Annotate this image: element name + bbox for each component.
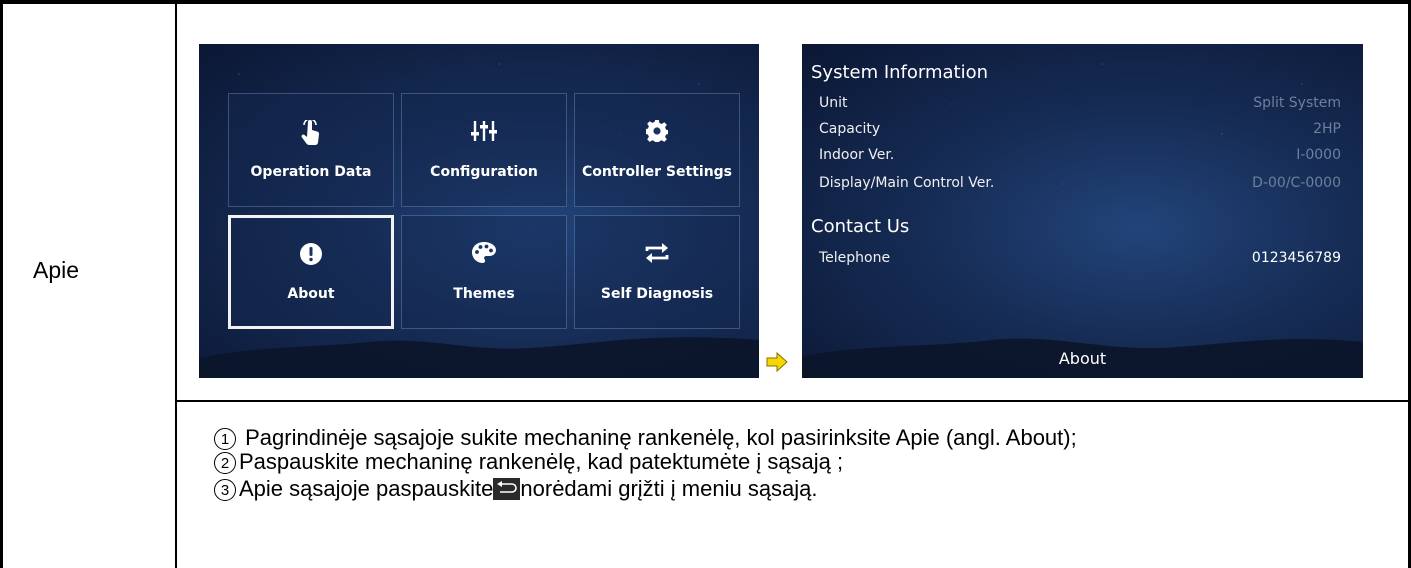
swap-arrows-icon bbox=[575, 242, 739, 269]
contact-title: Contact Us bbox=[811, 216, 910, 237]
info-value-telephone: 0123456789 bbox=[1251, 250, 1341, 266]
info-value-capacity: 2HP bbox=[1313, 121, 1341, 137]
about-screen: System Information Unit Split System Cap… bbox=[802, 44, 1363, 378]
palette-icon bbox=[402, 242, 566, 269]
instruction-step-3: 3 Apie sąsajoje paspauskite norėdami grįžt… bbox=[214, 476, 818, 502]
tile-label: Controller Settings bbox=[581, 164, 733, 180]
info-label-display-ver: Display/Main Control Ver. bbox=[819, 175, 995, 191]
tile-operation-data[interactable]: Operation Data bbox=[228, 93, 394, 207]
tile-label: Themes bbox=[453, 286, 515, 302]
step-number: 3 bbox=[214, 479, 236, 501]
info-value-indoor-ver: I-0000 bbox=[1296, 147, 1341, 163]
instruction-step-2: 2 Paspauskite mechaninę rankenėlę, kad pa… bbox=[214, 449, 843, 475]
tile-label: About bbox=[287, 286, 335, 302]
mountain-silhouette bbox=[199, 337, 759, 378]
column-divider bbox=[175, 4, 177, 568]
info-label-unit: Unit bbox=[819, 95, 848, 111]
row-divider bbox=[175, 400, 1408, 402]
menu-screen: Operation Data Configuration Controller … bbox=[199, 44, 759, 378]
info-value-unit: Split System bbox=[1253, 95, 1341, 111]
hand-pointer-icon bbox=[229, 118, 393, 151]
back-icon bbox=[493, 478, 521, 500]
system-info-title: System Information bbox=[811, 62, 989, 83]
step-text: Paspauskite mechaninę rankenėlę, kad pat… bbox=[239, 449, 844, 474]
tile-controller-settings[interactable]: Controller Settings bbox=[574, 93, 740, 207]
sliders-icon bbox=[402, 120, 566, 147]
step-text: Apie sąsajoje paspauskite bbox=[239, 476, 494, 501]
screen-footer-title: About bbox=[1058, 349, 1107, 368]
gear-icon bbox=[575, 120, 739, 147]
row-label: Apie bbox=[33, 257, 80, 283]
next-arrow-icon bbox=[766, 352, 788, 372]
tile-label: Configuration bbox=[430, 164, 538, 180]
info-label-telephone: Telephone bbox=[819, 250, 891, 266]
step-number: 1 bbox=[214, 428, 236, 450]
tile-themes[interactable]: Themes bbox=[401, 215, 567, 329]
step-number: 2 bbox=[214, 452, 236, 474]
tile-label: Self Diagnosis bbox=[600, 286, 714, 302]
exclamation-circle-icon bbox=[231, 242, 391, 271]
tile-label: Operation Data bbox=[250, 164, 372, 180]
info-label-capacity: Capacity bbox=[819, 121, 881, 137]
tile-about[interactable]: About bbox=[228, 215, 394, 329]
mountain-silhouette bbox=[802, 338, 1363, 378]
instruction-step-1: 1 Pagrindinėje sąsajoje sukite mechaninę… bbox=[214, 425, 1077, 451]
step-text: Pagrindinėje sąsajoje sukite mechaninę r… bbox=[239, 425, 1077, 450]
info-value-display-ver: D-00/C-0000 bbox=[1252, 175, 1341, 191]
info-label-indoor-ver: Indoor Ver. bbox=[819, 147, 895, 163]
step-text: norėdami grįžti į meniu sąsają. bbox=[520, 476, 818, 501]
tile-configuration[interactable]: Configuration bbox=[401, 93, 567, 207]
tile-self-diagnosis[interactable]: Self Diagnosis bbox=[574, 215, 740, 329]
